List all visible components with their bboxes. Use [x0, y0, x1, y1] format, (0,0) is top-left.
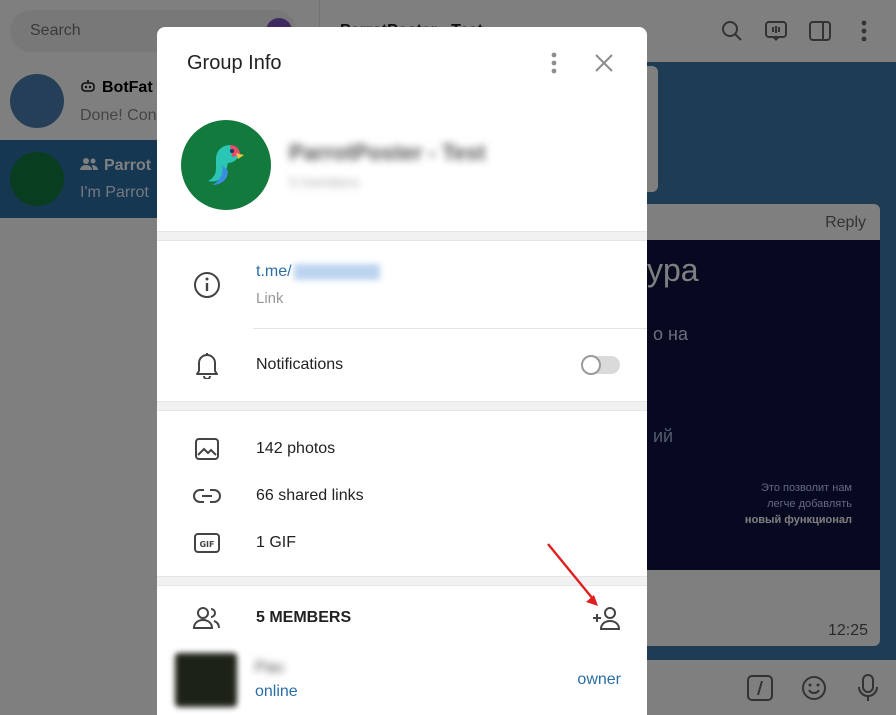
toggle-knob [581, 355, 601, 375]
group-avatar[interactable] [181, 120, 271, 210]
member-status: online [255, 683, 298, 700]
notifications-row[interactable]: Notifications [157, 329, 647, 401]
photo-icon [157, 437, 256, 460]
info-icon [157, 271, 256, 299]
group-subtitle: 5 members [289, 174, 360, 190]
invite-link-prefix: t.me/ [256, 263, 292, 280]
invite-link-row[interactable]: t.me/ Link [157, 241, 647, 329]
close-icon[interactable] [586, 45, 622, 81]
divider [157, 401, 647, 411]
svg-text:GIF: GIF [199, 540, 214, 549]
link-icon [157, 488, 256, 504]
link-label: Link [256, 290, 284, 307]
links-label: 66 shared links [256, 486, 364, 504]
avatar [175, 653, 237, 707]
links-row[interactable]: 66 shared links [157, 472, 647, 519]
photos-label: 142 photos [256, 439, 336, 457]
dialog-header: Group Info [157, 27, 647, 99]
bell-icon [157, 351, 256, 379]
notifications-toggle[interactable] [581, 355, 620, 375]
member-name: Pau [255, 659, 284, 676]
more-icon[interactable] [536, 45, 572, 81]
member-row[interactable]: Pau online owner [157, 650, 647, 710]
photos-row[interactable]: 142 photos [157, 425, 647, 472]
invite-link-blurred [293, 263, 380, 280]
group-name: ParrotPoster - Test [289, 140, 486, 165]
annotation-arrow-icon [547, 543, 598, 606]
invite-link[interactable]: t.me/ [256, 263, 380, 281]
member-role-badge: owner [577, 671, 621, 688]
parrot-logo-icon [208, 145, 244, 185]
gif-icon: GIF [157, 532, 256, 553]
group-profile: ParrotPoster - Test 5 members [157, 99, 647, 231]
members-icon [157, 606, 256, 630]
divider [157, 231, 647, 241]
dialog-title: Group Info [187, 51, 282, 74]
notifications-label: Notifications [256, 356, 344, 373]
